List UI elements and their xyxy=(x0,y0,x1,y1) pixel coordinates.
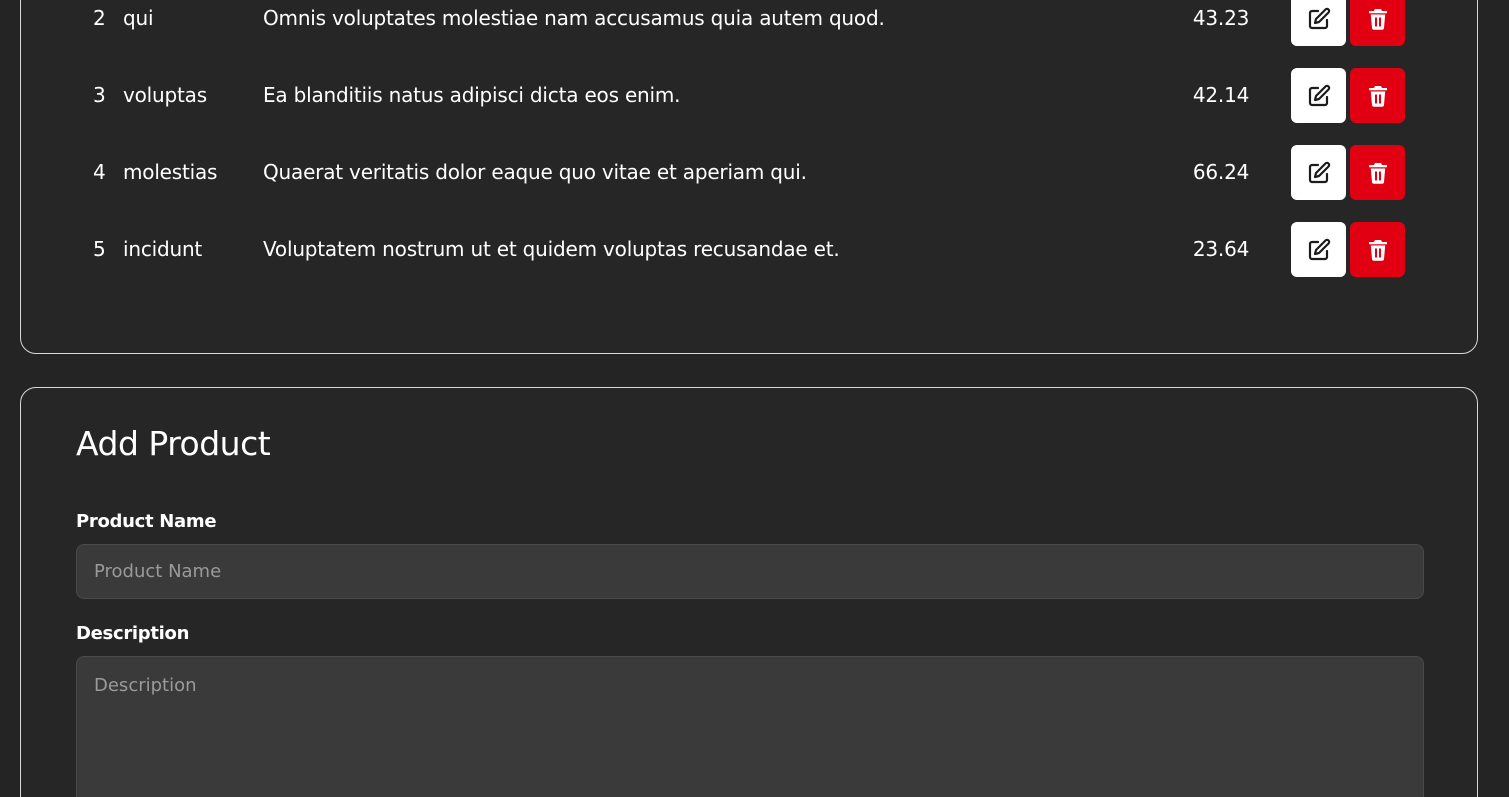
product-price: 66.24 xyxy=(1192,160,1250,184)
product-description: Voluptatem nostrum ut et quidem voluptas… xyxy=(263,237,840,261)
product-id: 2 xyxy=(93,6,106,30)
product-description: Ea blanditiis natus adipisci dicta eos e… xyxy=(263,83,681,107)
product-name-input[interactable] xyxy=(76,544,1424,599)
edit-icon xyxy=(1307,84,1331,108)
edit-button[interactable] xyxy=(1291,145,1346,200)
product-name: incidunt xyxy=(123,237,203,261)
delete-button[interactable] xyxy=(1350,145,1405,200)
product-description: Omnis voluptates molestiae nam accusamus… xyxy=(263,6,885,30)
edit-button[interactable] xyxy=(1291,68,1346,123)
product-price: 23.64 xyxy=(1192,237,1250,261)
edit-button[interactable] xyxy=(1291,0,1346,46)
page: 2 qui Omnis voluptates molestiae nam accus… xyxy=(0,0,1509,797)
delete-button[interactable] xyxy=(1350,68,1405,123)
add-product-card: Add Product Product Name Description xyxy=(20,387,1478,797)
delete-button[interactable] xyxy=(1350,222,1405,277)
table-row: 4 molestias Quaerat veritatis dolor eaque … xyxy=(21,145,1477,200)
product-name-label: Product Name xyxy=(76,511,217,532)
add-product-title: Add Product xyxy=(76,424,271,463)
trash-icon xyxy=(1366,7,1390,31)
product-id: 3 xyxy=(93,83,106,107)
product-id: 5 xyxy=(93,237,106,261)
product-name: molestias xyxy=(123,160,218,184)
product-id: 4 xyxy=(93,160,106,184)
products-table-card: 2 qui Omnis voluptates molestiae nam accus… xyxy=(20,0,1478,354)
trash-icon xyxy=(1366,84,1390,108)
product-name: voluptas xyxy=(123,83,207,107)
product-price: 43.23 xyxy=(1192,6,1250,30)
edit-icon xyxy=(1307,161,1331,185)
table-row: 2 qui Omnis voluptates molestiae nam accus… xyxy=(21,0,1477,46)
trash-icon xyxy=(1366,161,1390,185)
delete-button[interactable] xyxy=(1350,0,1405,46)
table-row: 5 incidunt Voluptatem nostrum ut et quidem… xyxy=(21,222,1477,277)
product-description: Quaerat veritatis dolor eaque quo vitae … xyxy=(263,160,807,184)
edit-icon xyxy=(1307,7,1331,31)
trash-icon xyxy=(1366,238,1390,262)
product-name: qui xyxy=(123,6,154,30)
table-row: 3 voluptas Ea blanditiis natus adipisci di… xyxy=(21,68,1477,123)
product-price: 42.14 xyxy=(1192,83,1250,107)
edit-icon xyxy=(1307,238,1331,262)
description-label: Description xyxy=(76,623,190,644)
description-textarea[interactable] xyxy=(76,656,1424,797)
edit-button[interactable] xyxy=(1291,222,1346,277)
